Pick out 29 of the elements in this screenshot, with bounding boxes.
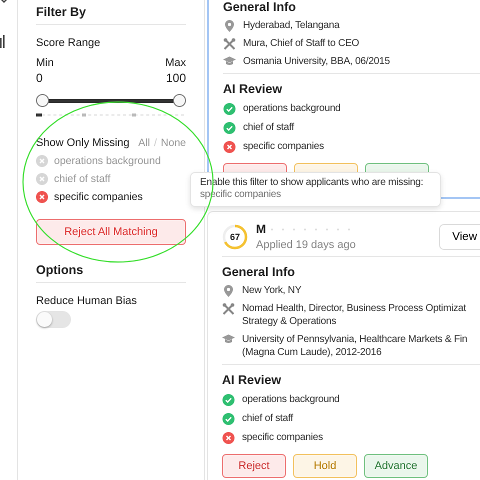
min-label: Min xyxy=(36,57,54,69)
max-value: 100 xyxy=(166,71,186,85)
score-ring: 67 xyxy=(222,224,248,250)
options-title: Options xyxy=(36,263,84,277)
max-label: Max xyxy=(165,57,186,69)
toggle-label: Reduce Human Bias xyxy=(36,295,138,307)
review-criterion: chief of staff xyxy=(242,412,293,425)
section-title: General Info xyxy=(222,265,296,279)
review-criterion: specific companies xyxy=(242,431,323,444)
review-criterion: chief of staff xyxy=(243,121,294,134)
info-text: New York, NY xyxy=(242,284,302,297)
applied-date: Applied 19 days ago xyxy=(256,239,357,251)
show-missing-label: Show Only Missing xyxy=(36,137,130,149)
min-value: 0 xyxy=(36,71,43,85)
info-text: University of Pennsylvania, Healthcare Markets & Fin (Magna Cum Laude), 2012-2016 xyxy=(242,333,468,359)
review-criterion: operations background xyxy=(243,102,341,115)
info-text: Osmania University, BBA, 06/2015 xyxy=(243,55,390,68)
candidate-name: M xyxy=(256,222,266,236)
info-text: Hyderabad, Telangana xyxy=(243,19,340,32)
score-range-label: Score Range xyxy=(36,37,102,49)
section-title: AI Review xyxy=(222,373,282,387)
info-text: Nomad Health, Director, Business Process Optimizat Strategy & Operations xyxy=(242,302,466,328)
section-title: AI Review xyxy=(223,82,284,96)
review-criterion: specific companies xyxy=(243,140,324,153)
info-text: Mura, Chief of Staff to CEO xyxy=(243,37,360,50)
filter-title: Filter By xyxy=(36,5,88,19)
separator: / xyxy=(154,137,157,149)
section-title: General Info xyxy=(223,0,297,14)
review-criterion: operations background xyxy=(242,393,340,406)
